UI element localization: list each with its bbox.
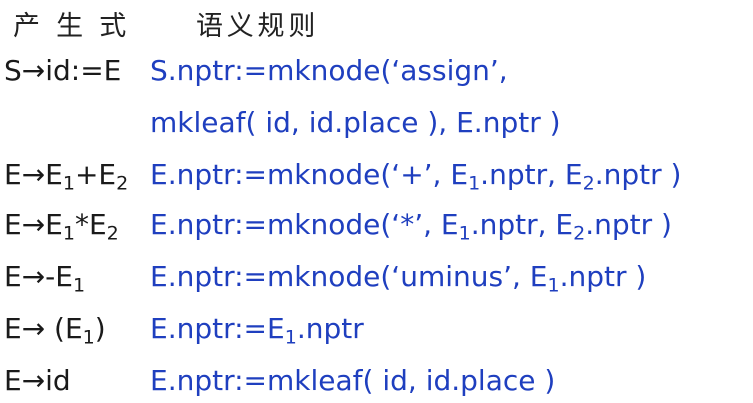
semantic-rule-continuation: mkleaf( id, id.place ), E.nptr ) (150, 106, 561, 139)
production-cell: E→id (4, 364, 71, 397)
semantic-rule-cell: E.nptr:=mknode(‘uminus’, E1.nptr ) (150, 260, 647, 297)
production-cell: E→ (E1) (4, 312, 106, 349)
production-header: 产 生 式 (13, 11, 131, 42)
production-cell: E→-E1 (4, 260, 86, 297)
semantic-rule-cell: E.nptr:=E1.nptr (150, 312, 364, 349)
slide: 产 生 式 语义规则 S→id:=E S.nptr:=mknode(‘assign… (0, 0, 753, 403)
semantic-rule-cell: E.nptr:=mknode(‘*’, E1.nptr, E2.nptr ) (150, 208, 672, 245)
production-cell: E→E1+E2 (4, 158, 129, 195)
semantic-rule-header: 语义规则 (196, 11, 320, 42)
semantic-rule-cell: E.nptr:=mknode(‘+’, E1.nptr, E2.nptr ) (150, 158, 682, 195)
semantic-rule-cell: E.nptr:=mkleaf( id, id.place ) (150, 364, 556, 397)
production-cell: E→E1*E2 (4, 208, 119, 245)
semantic-rule-cell: S.nptr:=mknode(‘assign’, (150, 54, 508, 87)
production-cell: S→id:=E (4, 54, 122, 87)
